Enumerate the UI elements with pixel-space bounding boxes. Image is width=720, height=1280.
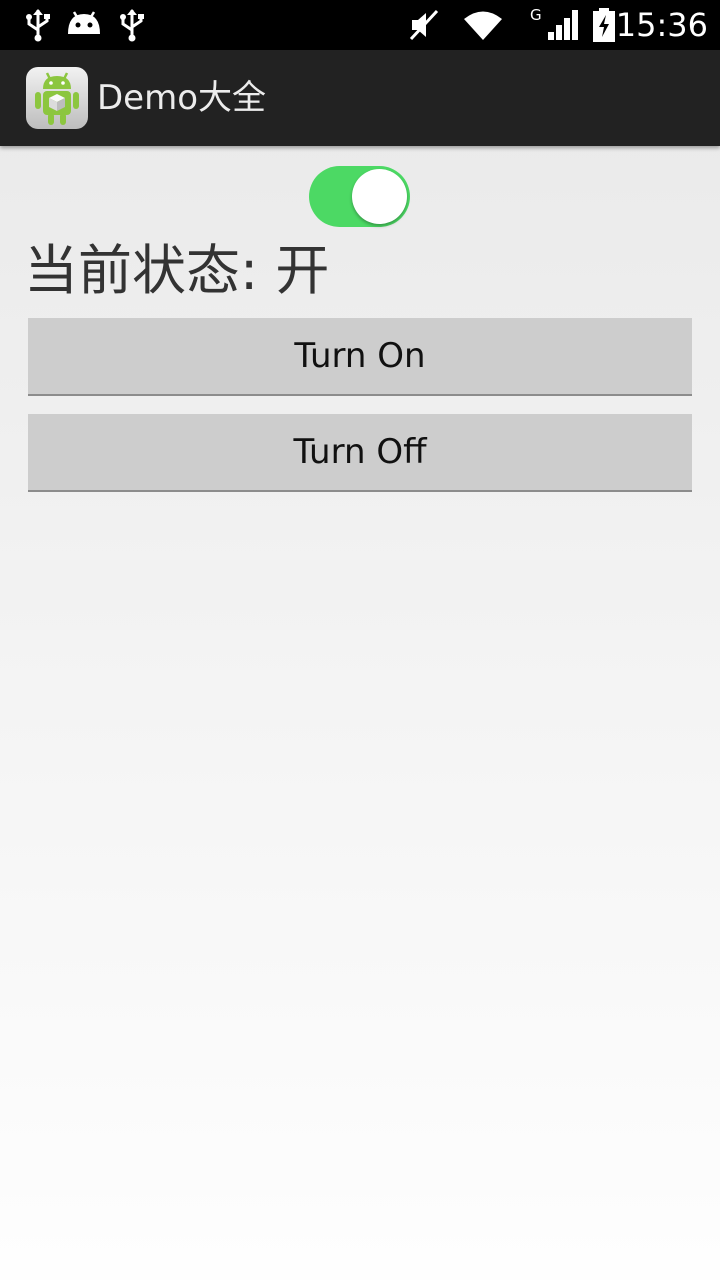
usb-icon — [26, 9, 50, 42]
android-app-icon[interactable] — [26, 67, 88, 129]
status-bar: G 15:36 — [0, 0, 720, 50]
network-type-label: G — [530, 6, 542, 24]
usb-icon — [120, 9, 144, 42]
cell-signal-icon — [548, 10, 578, 40]
current-status-label: 当前状态: 开 — [24, 239, 330, 302]
android-robot-icon — [35, 72, 79, 125]
android-debug-icon — [68, 11, 100, 34]
switch-knob[interactable] — [352, 169, 407, 224]
turn-on-button[interactable]: Turn On — [28, 318, 692, 396]
action-bar: Demo大全 — [0, 50, 720, 146]
state-switch[interactable] — [309, 166, 410, 227]
turn-off-button[interactable]: Turn Off — [28, 414, 692, 492]
app-title: Demo大全 — [97, 78, 267, 118]
mute-icon — [409, 9, 439, 41]
battery-charging-icon — [593, 8, 615, 42]
clock: 15:36 — [615, 6, 708, 44]
wifi-icon — [464, 11, 502, 40]
